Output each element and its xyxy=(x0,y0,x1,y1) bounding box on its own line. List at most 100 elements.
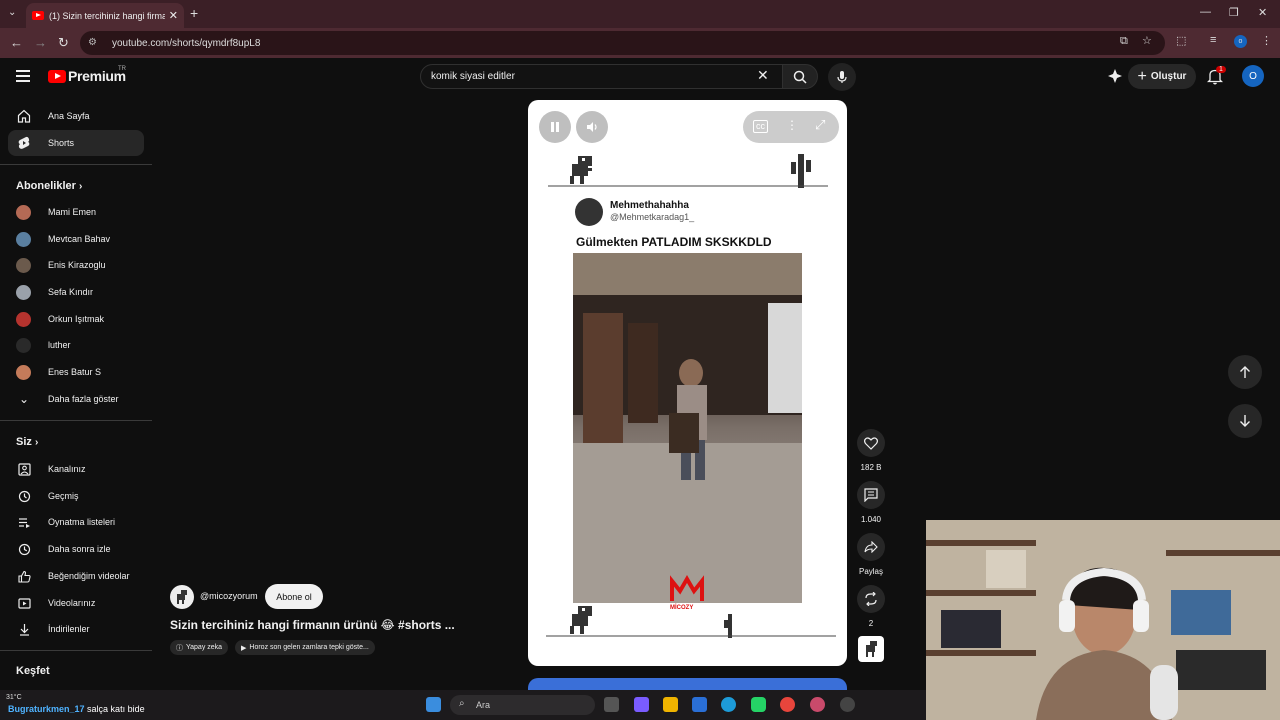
sidebar-item-watch-later[interactable]: Daha sonra izle xyxy=(8,536,144,562)
sidebar-item-your-channel[interactable]: Kanalınız xyxy=(8,456,144,482)
short-title[interactable]: Sizin tercihiniz hangi firmanın ürünü 😂 … xyxy=(170,618,455,632)
comments-button[interactable] xyxy=(857,481,885,509)
url-field[interactable]: ⚙ youtube.com/shorts/qymdrf8upL8 xyxy=(80,31,1165,55)
browser-tab[interactable]: (1) Sizin tercihiniz hangi firmanın ürün… xyxy=(26,3,184,28)
subscribe-button[interactable]: Abone ol xyxy=(265,584,323,609)
short-video-player[interactable]: cc ⋮ ⤢ Mehmethahahha @Mehmetkaradag1_ Gü… xyxy=(528,100,847,666)
channel-name[interactable]: @micozyorum xyxy=(200,591,258,601)
tab-close-icon[interactable]: ✕ xyxy=(169,9,178,22)
forward-icon[interactable]: → xyxy=(34,35,47,50)
account-avatar[interactable]: O xyxy=(1242,65,1264,87)
next-short-button[interactable] xyxy=(1228,404,1262,438)
tab-title: (1) Sizin tercihiniz hangi firmanın ürün… xyxy=(49,10,165,21)
youtube-premium-logo[interactable]: Premium TR xyxy=(48,66,126,84)
app-icon[interactable] xyxy=(840,697,855,712)
chrome-profile-icon[interactable] xyxy=(810,697,825,712)
media-icon[interactable]: ≡ xyxy=(1210,34,1216,46)
related-video-chip[interactable]: ▶ Horoz son gelen zamlara tepki göste... xyxy=(235,640,375,655)
avatar xyxy=(16,204,31,220)
search-clear-icon[interactable]: ✕ xyxy=(757,67,769,84)
extensions-icon[interactable]: ⬚ xyxy=(1176,34,1186,47)
sidebar-item-label: Kanalınız xyxy=(48,464,86,474)
show-more-button[interactable]: ⌄ Daha fazla göster xyxy=(8,386,144,412)
whatsapp-icon[interactable] xyxy=(751,697,766,712)
notification-count-badge: 1 xyxy=(1216,66,1226,73)
edge-icon[interactable] xyxy=(721,697,736,712)
pause-button[interactable] xyxy=(539,111,571,143)
file-explorer-icon[interactable] xyxy=(663,697,678,712)
info-icon: ⓘ xyxy=(176,644,183,652)
back-icon[interactable]: ← xyxy=(10,35,23,50)
tweet-author-handle: @Mehmetkaradag1_ xyxy=(610,212,695,222)
sidebar-item-subscription[interactable]: Enes Batur S xyxy=(8,359,144,385)
sidebar-item-subscription[interactable]: Orkun Işıtmak xyxy=(8,306,144,332)
taskbar-search-input[interactable]: ⌕ Ara xyxy=(450,695,595,715)
copilot-icon[interactable] xyxy=(634,697,649,712)
chrome-icon[interactable] xyxy=(780,697,795,712)
new-tab-icon[interactable]: + xyxy=(190,5,198,21)
create-button[interactable]: + Oluştur xyxy=(1128,64,1196,89)
share-button[interactable] xyxy=(857,533,885,561)
weather-widget[interactable]: 31°C xyxy=(6,694,22,701)
sidebar-item-home[interactable]: Ana Sayfa xyxy=(8,103,144,129)
remix-button[interactable] xyxy=(857,585,885,613)
sidebar-item-your-videos[interactable]: Videolarınız xyxy=(8,590,144,616)
search-button[interactable] xyxy=(782,64,818,89)
window-close-icon[interactable]: ✕ xyxy=(1258,6,1267,19)
voice-search-button[interactable] xyxy=(828,63,856,91)
logo-region: TR xyxy=(118,66,126,72)
sidebar-item-shorts[interactable]: Shorts xyxy=(8,130,144,156)
sidebar-item-label: Ana Sayfa xyxy=(48,111,90,121)
task-view-icon[interactable] xyxy=(604,697,619,712)
sidebar-item-subscription[interactable]: Enis Kirazoglu xyxy=(8,252,144,278)
sidebar-item-label: Mami Emen xyxy=(48,207,97,217)
sidebar-item-subscription[interactable]: Sefa Kındır xyxy=(8,279,144,305)
chat-message: salça katı bide xyxy=(87,704,145,714)
chevron-right-icon: › xyxy=(34,437,39,448)
more-options-icon[interactable]: ⋮ xyxy=(786,118,798,132)
audio-thumbnail[interactable] xyxy=(858,636,884,662)
arrow-down-icon xyxy=(1240,415,1250,427)
site-info-icon[interactable]: ⚙ xyxy=(88,37,100,49)
sidebar-item-liked-videos[interactable]: Beğendiğim videolar xyxy=(8,563,144,589)
volume-button[interactable] xyxy=(576,111,608,143)
sidebar-item-subscription[interactable]: luther xyxy=(8,332,144,358)
store-icon[interactable] xyxy=(692,697,707,712)
home-icon xyxy=(17,109,31,123)
search-input[interactable]: komik siyasi editler xyxy=(420,64,785,89)
restore-icon[interactable]: ❐ xyxy=(1229,6,1239,19)
sidebar-item-subscription[interactable]: Mevtcan Bahav xyxy=(8,226,144,252)
playlist-icon xyxy=(17,515,31,529)
play-icon: ▶ xyxy=(241,644,247,652)
subscriptions-heading[interactable]: Abonelikler › xyxy=(16,180,82,192)
ai-spark-icon[interactable] xyxy=(1107,68,1123,84)
windows-start-icon[interactable] xyxy=(426,697,441,712)
next-short-preview[interactable] xyxy=(528,678,847,690)
channel-avatar[interactable] xyxy=(170,585,194,609)
sidebar-item-playlists[interactable]: Oynatma listeleri xyxy=(8,509,144,535)
sidebar-item-subscription[interactable]: Mami Emen xyxy=(8,199,144,225)
sidebar-item-label: Videolarınız xyxy=(48,598,96,608)
like-button[interactable] xyxy=(857,429,885,457)
search-icon: ⌕ xyxy=(459,698,465,709)
sidebar-item-downloads[interactable]: İndirilenler xyxy=(8,616,144,642)
tab-list-icon[interactable]: ⌄ xyxy=(8,7,16,18)
browser-menu-icon[interactable]: ⋮ xyxy=(1261,34,1272,47)
profile-icon[interactable]: o xyxy=(1234,35,1247,48)
guide-menu-icon[interactable] xyxy=(16,70,30,82)
shorts-icon xyxy=(17,136,31,150)
reload-icon[interactable]: ↻ xyxy=(58,35,69,51)
sidebar-item-history[interactable]: Geçmiş xyxy=(8,483,144,509)
you-heading[interactable]: Siz › xyxy=(16,436,38,448)
sidebar-item-label: Orkun Işıtmak xyxy=(48,314,105,324)
ai-chip[interactable]: ⓘ Yapay zeka xyxy=(170,640,229,655)
previous-short-button[interactable] xyxy=(1228,355,1262,389)
captions-icon[interactable]: cc xyxy=(753,120,768,133)
tweet-author-name: Mehmethahahha xyxy=(610,200,689,211)
sidebar-item-label: İndirilenler xyxy=(48,624,90,634)
bookmark-star-icon[interactable]: ☆ xyxy=(1142,34,1152,47)
minimize-icon[interactable]: — xyxy=(1200,6,1211,18)
download-icon xyxy=(17,622,31,636)
install-icon[interactable]: ⧉ xyxy=(1120,35,1128,48)
fullscreen-icon[interactable]: ⤢ xyxy=(815,117,825,133)
